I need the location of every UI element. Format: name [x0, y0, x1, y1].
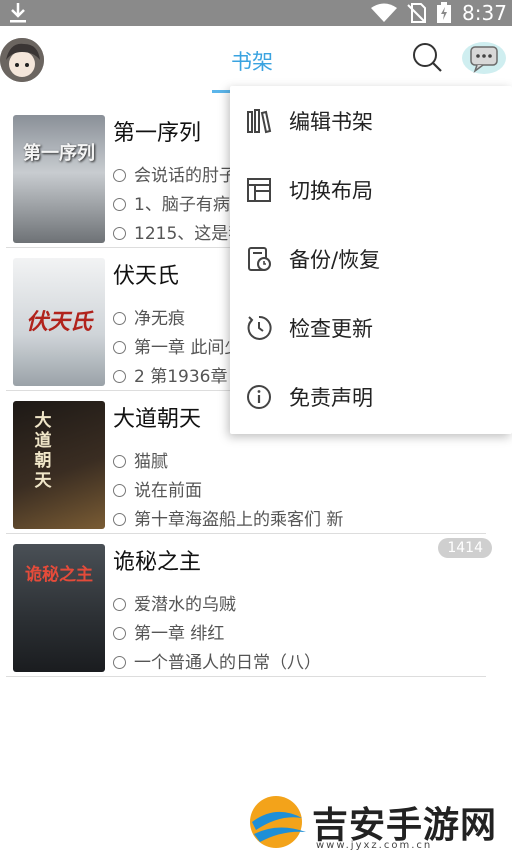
latest-chapter: 第一章 此间少	[134, 338, 242, 358]
cover-title: 第一序列	[23, 143, 95, 164]
book-title: 伏天氏	[113, 264, 180, 289]
latest-chapter: 1、脑子有病	[134, 195, 230, 215]
book-author: 净无痕	[134, 309, 185, 329]
search-icon[interactable]	[410, 40, 444, 74]
menu-item-label: 检查更新	[289, 317, 373, 341]
compass-icon	[113, 656, 126, 669]
book-cover: 大道朝天	[13, 401, 105, 529]
compass-icon	[113, 227, 126, 240]
book-latest-row: 第一章 绯红	[113, 619, 224, 644]
book-cover: 第一序列	[13, 115, 105, 243]
status-time: 8:37	[462, 1, 507, 25]
status-bar: 8:37	[0, 0, 512, 26]
book-latest-row: 说在前面	[113, 476, 202, 501]
watermark-logo	[250, 796, 306, 848]
book-item[interactable]: 诡秘之主 诡秘之主 1414 爱潜水的乌贼 第一章 绯红 一个普通人的日常（八）	[6, 534, 492, 677]
no-sim-icon	[407, 3, 426, 23]
menu-item-label: 切换布局	[289, 179, 373, 203]
clock-icon	[113, 198, 126, 211]
clock-icon	[113, 341, 126, 354]
last-read-chapter: 1215、这是我	[134, 224, 246, 244]
author-icon	[113, 169, 126, 182]
books-icon	[247, 109, 272, 134]
book-latest-row: 第一章 此间少	[113, 333, 241, 358]
book-author-row: 爱潜水的乌贼	[113, 590, 236, 615]
book-read-row: 1215、这是我	[113, 219, 245, 244]
chat-bubble-icon[interactable]	[460, 38, 508, 78]
author-icon	[113, 598, 126, 611]
update-icon	[247, 315, 272, 340]
menu-item-check-update[interactable]: 检查更新	[230, 293, 512, 362]
book-author: 猫腻	[134, 452, 168, 472]
download-icon	[10, 3, 26, 23]
clock-icon	[113, 627, 126, 640]
book-author: 会说话的肘子	[134, 166, 236, 186]
compass-icon	[113, 513, 126, 526]
avatar-image	[0, 38, 44, 82]
latest-chapter: 说在前面	[134, 481, 202, 501]
battery-charging-icon	[437, 2, 451, 23]
layout-icon	[247, 178, 271, 202]
book-author-row: 猫腻	[113, 447, 168, 472]
unread-count-badge: 1414	[438, 538, 492, 558]
menu-item-backup-restore[interactable]: 备份/恢复	[230, 224, 512, 293]
clock-icon	[113, 484, 126, 497]
book-cover: 伏天氏	[13, 258, 105, 386]
avatar[interactable]	[0, 38, 44, 82]
book-read-row: 第十章海盗船上的乘客们 新	[113, 505, 343, 530]
compass-icon	[113, 370, 126, 383]
last-read-chapter: 第十章海盗船上的乘客们 新	[134, 510, 344, 530]
watermark-url: www.jyxz.com.cn	[316, 840, 433, 851]
book-title: 诡秘之主	[113, 550, 202, 575]
book-cover: 诡秘之主	[13, 544, 105, 672]
cover-title: 诡秘之主	[25, 565, 93, 585]
tab-bookshelf[interactable]: 书架	[212, 46, 292, 76]
book-author-row: 会说话的肘子	[113, 161, 236, 186]
book-title: 第一序列	[113, 121, 202, 146]
book-read-row: 一个普通人的日常（八）	[113, 648, 321, 673]
menu-item-label: 备份/恢复	[289, 248, 381, 272]
cover-title: 伏天氏	[25, 309, 92, 335]
latest-chapter: 第一章 绯红	[134, 624, 225, 644]
book-author-row: 净无痕	[113, 304, 185, 329]
author-icon	[113, 312, 126, 325]
last-read-chapter: 一个普通人的日常（八）	[134, 653, 321, 673]
menu-item-disclaimer[interactable]: 免责声明	[230, 362, 512, 431]
backup-icon	[248, 247, 271, 271]
overflow-menu: 编辑书架 切换布局 备份/恢复 检查更新 免责声明	[230, 86, 512, 434]
book-author: 爱潜水的乌贼	[134, 595, 236, 615]
menu-item-edit-bookshelf[interactable]: 编辑书架	[230, 86, 512, 155]
menu-item-switch-layout[interactable]: 切换布局	[230, 155, 512, 224]
author-icon	[113, 455, 126, 468]
menu-item-label: 编辑书架	[289, 110, 373, 134]
wifi-icon	[371, 3, 397, 22]
menu-item-label: 免责声明	[289, 386, 373, 410]
cover-title: 大道朝天	[34, 411, 52, 491]
info-icon	[247, 385, 271, 409]
book-latest-row: 1、脑子有病	[113, 190, 230, 215]
book-title: 大道朝天	[113, 407, 202, 432]
